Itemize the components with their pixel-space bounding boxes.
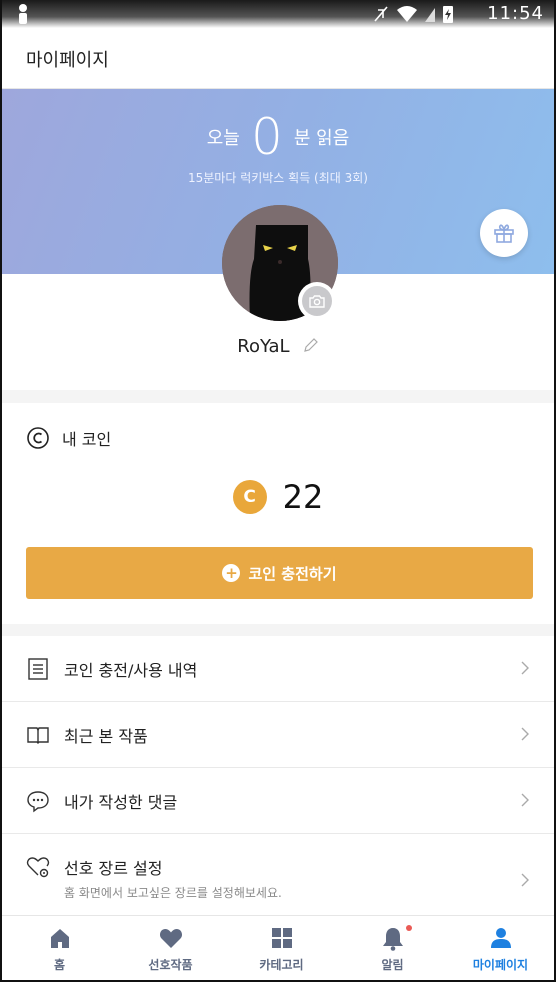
nav-label: 카테고리: [259, 958, 304, 972]
reading-time: 오늘 0 분 읽음: [2, 109, 554, 165]
lucky-box-notice: 15분마다 럭키박스 획득 (최대 3회): [187, 171, 368, 185]
today-label: 오늘: [206, 128, 240, 149]
menu-label: 코인 충전/사용 내역: [64, 661, 198, 680]
nav-my-page[interactable]: 마이페이지: [445, 916, 554, 980]
menu-coin-history[interactable]: 코인 충전/사용 내역: [2, 636, 554, 702]
page-title: 마이페이지: [26, 50, 109, 71]
nav-label: 선호작품: [148, 958, 193, 972]
person-icon: [490, 928, 511, 948]
menu-label: 선호 장르 설정: [64, 859, 163, 878]
plus-circle-icon: +: [222, 564, 241, 582]
app-bar: 마이페이지: [2, 28, 554, 89]
heart-settings-icon: [26, 857, 50, 878]
app-screen: 11:54 마이페이지 오늘 0 분 읽음 15분마다 럭키박스 획득 (최대 …: [0, 0, 556, 982]
mute-icon: [374, 6, 388, 22]
wifi-icon: [397, 6, 417, 22]
status-icons: [372, 4, 454, 24]
pencil-icon: [303, 337, 318, 352]
change-photo-button[interactable]: [298, 282, 336, 320]
charge-coin-label: 코인 충전하기: [248, 564, 337, 583]
menu-sublabel: 홈 화면에서 보고싶은 장르를 설정해보세요.: [64, 886, 282, 900]
chevron-right-icon: [521, 727, 529, 741]
section-divider: [2, 390, 554, 403]
menu-recent-works[interactable]: 최근 본 작품: [2, 702, 554, 768]
coin-icon: C: [232, 480, 267, 514]
battery-charging-icon: [443, 6, 453, 23]
camera-icon: [309, 295, 325, 308]
chevron-right-icon: [521, 873, 529, 887]
nav-label: 마이페이지: [472, 958, 529, 972]
nickname: RoYaL: [237, 336, 290, 357]
chevron-right-icon: [521, 661, 529, 675]
signal-icon: [425, 8, 435, 22]
coin-balance-value: 22: [282, 478, 324, 516]
clock: 11:54: [487, 3, 544, 24]
minutes-unit-label: 분 읽음: [293, 128, 350, 149]
edit-nickname-button[interactable]: [303, 337, 319, 357]
nickname-row: RoYaL: [2, 336, 554, 357]
nav-favorites[interactable]: 선호작품: [115, 916, 226, 980]
menu-label: 내가 작성한 댓글: [64, 793, 178, 812]
charge-coin-button[interactable]: + 코인 충전하기: [26, 547, 533, 599]
menu-my-comments[interactable]: 내가 작성한 댓글: [2, 768, 554, 834]
minutes-read-value: 0: [250, 108, 283, 166]
nav-home[interactable]: 홈: [4, 916, 115, 980]
coin-balance: C 22: [2, 478, 554, 516]
nav-category[interactable]: 카테고리: [226, 916, 337, 980]
my-coin-header: 내 코인: [26, 426, 111, 450]
menu-label: 최근 본 작품: [64, 727, 148, 746]
nav-notifications[interactable]: 알림: [337, 916, 448, 980]
menu-genre-settings[interactable]: 선호 장르 설정 홈 화면에서 보고싶은 장르를 설정해보세요.: [2, 834, 554, 915]
book-icon: [27, 727, 49, 744]
heart-icon: [159, 929, 182, 948]
chat-bubble-icon: [27, 791, 49, 813]
home-icon: [50, 929, 69, 948]
status-bar: 11:54: [2, 0, 554, 28]
grid-icon: [271, 928, 292, 948]
person-status-icon: [19, 4, 27, 24]
my-coin-label: 내 코인: [62, 430, 112, 449]
chevron-right-icon: [521, 793, 529, 807]
coin-outline-icon: [27, 427, 49, 449]
nav-label: 홈: [53, 958, 66, 972]
notification-dot: [406, 925, 412, 931]
nav-label: 알림: [381, 958, 404, 972]
bell-icon: [382, 928, 403, 951]
bottom-navigation: 홈 선호작품 카테고리 알림 마이페이지: [2, 915, 554, 980]
list-icon: [28, 658, 48, 680]
section-divider: [2, 624, 554, 636]
gift-icon: [494, 224, 514, 243]
camera-badge: [302, 286, 332, 316]
gift-button[interactable]: [480, 209, 528, 257]
